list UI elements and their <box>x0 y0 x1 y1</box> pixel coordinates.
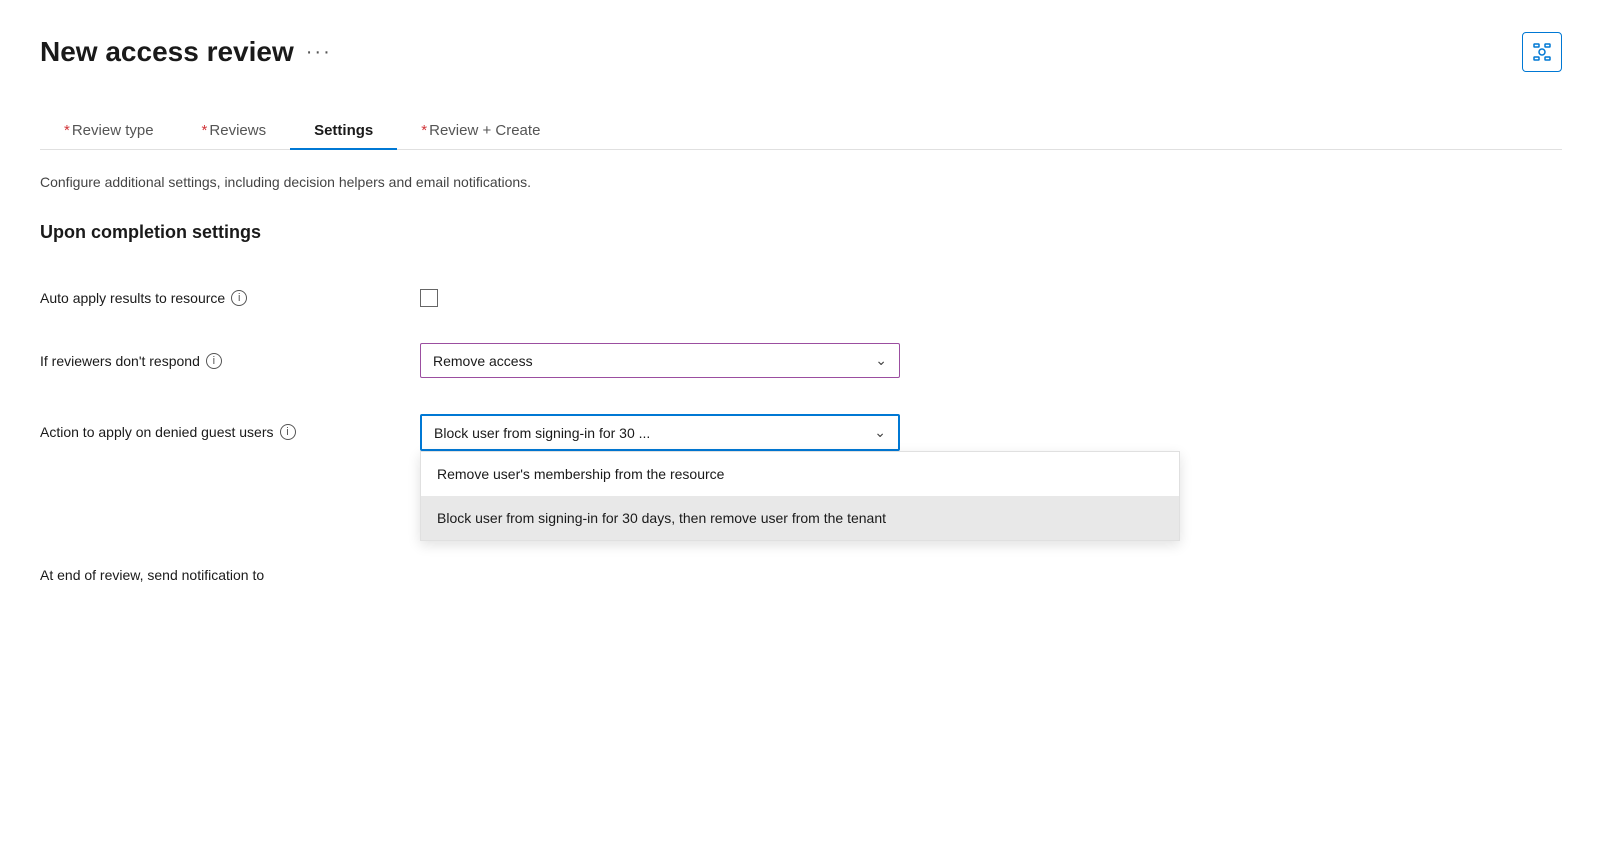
required-star: * <box>421 122 427 139</box>
reviewers-respond-dropdown[interactable]: Remove access ⌄ <box>420 343 900 378</box>
dropdown-option-block-signing[interactable]: Block user from signing-in for 30 days, … <box>421 496 1179 540</box>
denied-guest-dropdown-menu: Remove user's membership from the resour… <box>420 451 1180 541</box>
auto-apply-checkbox[interactable] <box>420 289 438 307</box>
denied-guest-info-icon[interactable]: i <box>280 424 296 440</box>
reviewers-respond-row: If reviewers don't respond i Remove acce… <box>40 325 1562 396</box>
auto-apply-row: Auto apply results to resource i <box>40 271 1562 325</box>
tab-reviews[interactable]: *Reviews <box>178 112 291 149</box>
dropdown-option-remove-membership[interactable]: Remove user's membership from the resour… <box>421 452 1179 496</box>
denied-guest-dropdown-wrapper: Block user from signing-in for 30 ... ⌄ … <box>420 414 900 451</box>
tab-review-type[interactable]: *Review type <box>40 112 178 149</box>
more-options-icon[interactable]: ··· <box>306 41 332 64</box>
required-star: * <box>202 122 208 139</box>
settings-form: Auto apply results to resource i If revi… <box>40 271 1562 601</box>
denied-guest-dropdown[interactable]: Block user from signing-in for 30 ... ⌄ <box>420 414 900 451</box>
camera-button[interactable] <box>1522 32 1562 72</box>
auto-apply-label: Auto apply results to resource i <box>40 290 420 306</box>
denied-guest-label: Action to apply on denied guest users i <box>40 414 420 440</box>
reviewers-respond-label: If reviewers don't respond i <box>40 353 420 369</box>
tab-settings[interactable]: Settings <box>290 112 397 149</box>
chevron-down-icon: ⌄ <box>874 424 886 441</box>
notification-label: At end of review, send notification to <box>40 567 420 583</box>
required-star: * <box>64 122 70 139</box>
notification-row: At end of review, send notification to <box>40 549 1562 601</box>
section-title: Upon completion settings <box>40 222 1562 243</box>
header-row: New access review ··· <box>40 32 1562 72</box>
page-subtitle: Configure additional settings, including… <box>40 174 1562 190</box>
title-area: New access review ··· <box>40 36 332 68</box>
reviewers-respond-info-icon[interactable]: i <box>206 353 222 369</box>
denied-guest-row: Action to apply on denied guest users i … <box>40 396 1562 469</box>
page-title: New access review <box>40 36 294 68</box>
chevron-down-icon: ⌄ <box>875 352 887 369</box>
page-container: New access review ··· *Review type *Revi… <box>0 0 1602 633</box>
tab-review-create[interactable]: *Review + Create <box>397 112 564 149</box>
auto-apply-info-icon[interactable]: i <box>231 290 247 306</box>
tabs-row: *Review type *Reviews Settings *Review +… <box>40 112 1562 150</box>
